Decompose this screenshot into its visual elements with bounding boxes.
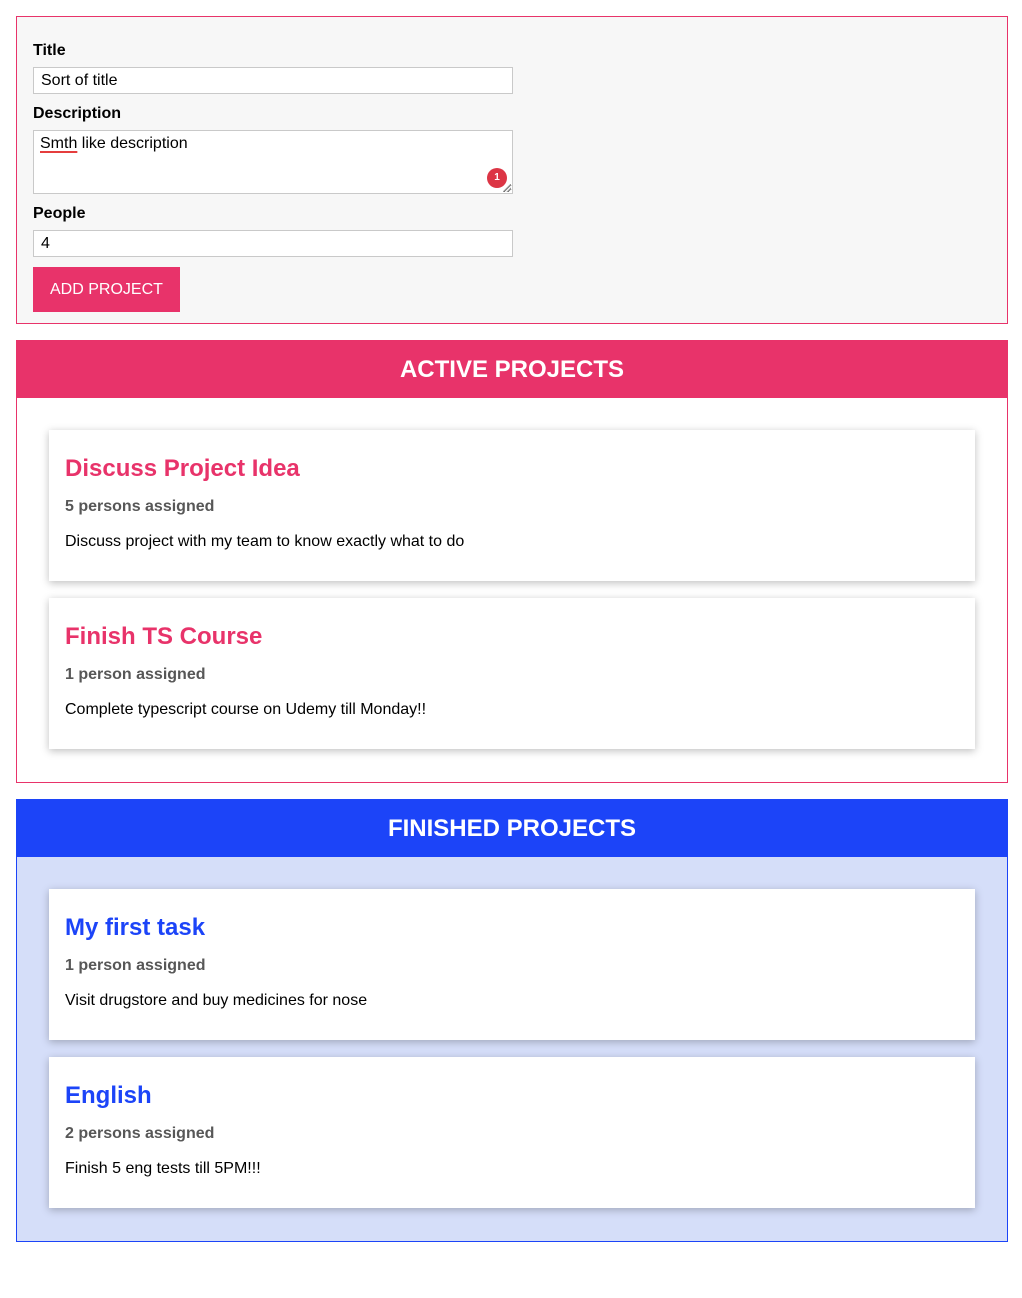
project-card[interactable]: English 2 persons assigned Finish 5 eng …	[49, 1057, 975, 1208]
finished-projects-body: My first task 1 person assigned Visit dr…	[17, 857, 1007, 1240]
active-projects-list: ACTIVE PROJECTS Discuss Project Idea 5 p…	[16, 340, 1008, 783]
project-description: Finish 5 eng tests till 5PM!!!	[65, 1160, 261, 1177]
add-project-button[interactable]: ADD PROJECT	[33, 267, 180, 312]
project-title: Finish TS Course	[65, 623, 263, 650]
description-field-wrapper: Smth like description 1	[33, 130, 513, 194]
project-people: 1 person assigned	[65, 957, 206, 974]
finished-projects-heading: FINISHED PROJECTS	[17, 800, 1007, 857]
project-card[interactable]: Finish TS Course 1 person assigned Compl…	[49, 598, 975, 749]
project-input-form: Title Description Smth like description …	[16, 16, 1008, 324]
title-input[interactable]	[33, 67, 513, 94]
project-card[interactable]: Discuss Project Idea 5 persons assigned …	[49, 430, 975, 581]
description-textarea[interactable]: Smth like description	[33, 130, 513, 194]
description-label: Description	[33, 105, 122, 122]
project-title: Discuss Project Idea	[65, 455, 300, 482]
resize-handle-icon[interactable]	[503, 184, 511, 192]
description-text: like description	[77, 135, 188, 152]
people-input[interactable]	[33, 230, 513, 257]
project-title: English	[65, 1082, 152, 1109]
project-people: 5 persons assigned	[65, 498, 215, 515]
project-people: 1 person assigned	[65, 666, 206, 683]
misspelled-word: Smth	[40, 135, 78, 152]
project-description: Complete typescript course on Udemy till…	[65, 701, 427, 718]
project-people: 2 persons assigned	[65, 1125, 215, 1142]
project-card[interactable]: My first task 1 person assigned Visit dr…	[49, 889, 975, 1040]
active-projects-heading: ACTIVE PROJECTS	[17, 341, 1007, 398]
project-description: Visit drugstore and buy medicines for no…	[65, 992, 368, 1009]
project-description: Discuss project with my team to know exa…	[65, 533, 465, 550]
people-label: People	[33, 205, 86, 222]
title-label: Title	[33, 42, 66, 59]
project-title: My first task	[65, 914, 206, 941]
finished-projects-list: FINISHED PROJECTS My first task 1 person…	[16, 799, 1008, 1242]
active-projects-body: Discuss Project Idea 5 persons assigned …	[17, 398, 1007, 781]
